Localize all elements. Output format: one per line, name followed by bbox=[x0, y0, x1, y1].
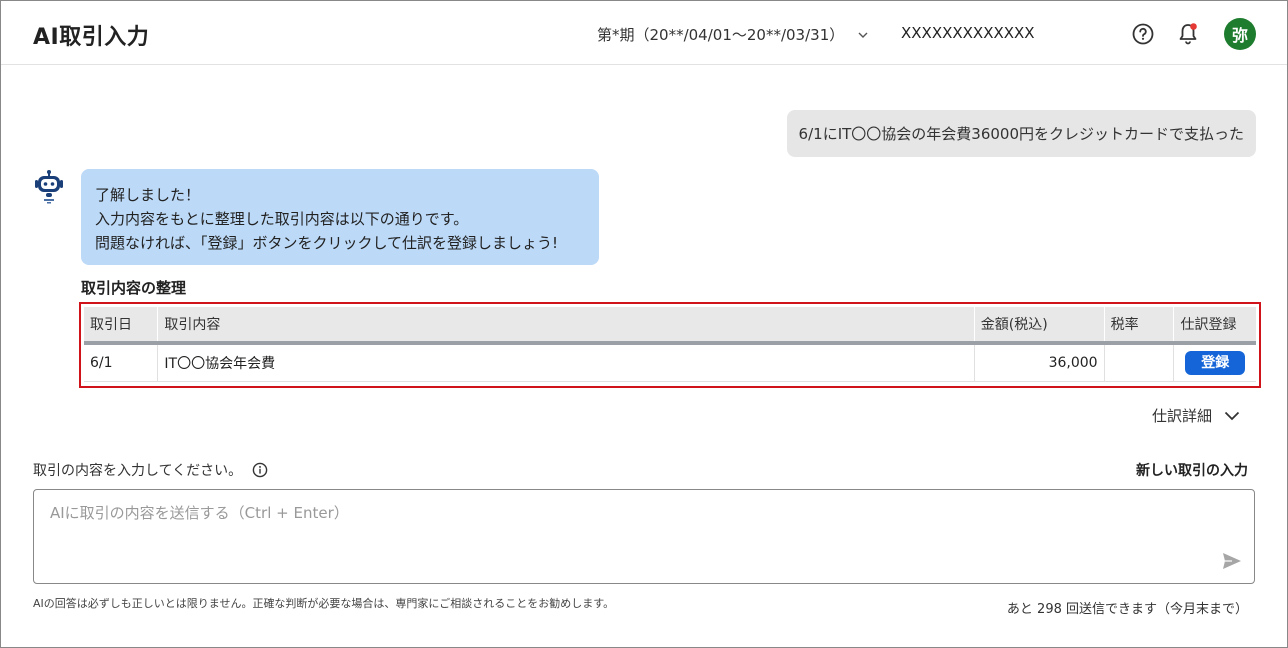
column-header-date: 取引日 bbox=[84, 307, 159, 345]
journal-detail-toggle[interactable]: 仕訳詳細 bbox=[1152, 405, 1240, 426]
chevron-down-icon bbox=[1224, 411, 1240, 420]
bot-message-line: 了解しました！ bbox=[95, 186, 201, 204]
input-label-text: 取引の内容を入力してください。 bbox=[33, 463, 243, 479]
column-header-description: 取引内容 bbox=[157, 307, 975, 345]
avatar[interactable]: 弥 bbox=[1224, 18, 1256, 50]
bot-message-line: 入力内容をもとに整理した取引内容は以下の通りです。 bbox=[95, 210, 469, 228]
cell-date: 6/1 bbox=[84, 343, 159, 382]
page-title: AI取引入力 bbox=[33, 25, 150, 50]
user-message: 6/1にIT〇〇協会の年会費36000円をクレジットカードで支払った bbox=[786, 110, 1256, 157]
register-button[interactable]: 登録 bbox=[1185, 350, 1246, 375]
cell-amount: 36,000 bbox=[974, 343, 1105, 382]
remaining-count: あと 298 回送信できます（今月末まで） bbox=[1006, 602, 1248, 617]
journal-detail-label: 仕訳詳細 bbox=[1151, 407, 1212, 425]
period-selector[interactable]: 第*期（20**/04/01〜20**/03/31） bbox=[597, 24, 868, 45]
summary-table-highlight: 取引日 取引内容 金額(税込) 税率 仕訳登録 6/1 IT〇〇協会年会費 36… bbox=[79, 302, 1261, 388]
notification-dot bbox=[1190, 23, 1197, 30]
ai-disclaimer: AIの回答は必ずしも正しいとは限りません。正確な判断が必要な場合は、専門家にご相… bbox=[33, 597, 615, 610]
send-icon[interactable] bbox=[1222, 552, 1242, 570]
robot-icon bbox=[35, 170, 63, 204]
cell-tax-rate bbox=[1104, 343, 1175, 382]
chat-input[interactable] bbox=[33, 489, 1255, 584]
cell-register: 登録 bbox=[1173, 343, 1256, 382]
bell-icon[interactable] bbox=[1177, 22, 1199, 46]
bot-message-line: 問題なければ、「登録」ボタンをクリックして仕訳を登録しましょう! bbox=[95, 234, 559, 252]
new-transaction-link[interactable]: 新しい取引の入力 bbox=[1136, 460, 1248, 480]
help-circle-icon[interactable] bbox=[1132, 23, 1154, 45]
header: AI取引入力 第*期（20**/04/01〜20**/03/31） XXXXXX… bbox=[1, 1, 1287, 65]
period-label: 第*期（20**/04/01〜20**/03/31） bbox=[597, 26, 845, 44]
company-name: XXXXXXXXXXXXX bbox=[901, 24, 1035, 42]
info-icon[interactable] bbox=[252, 462, 268, 478]
column-header-tax-rate: 税率 bbox=[1104, 307, 1175, 345]
summary-title: 取引内容の整理 bbox=[81, 279, 187, 297]
table-row: 6/1 IT〇〇協会年会費 36,000 登録 bbox=[84, 343, 1256, 382]
chevron-down-icon bbox=[858, 32, 868, 38]
column-header-register: 仕訳登録 bbox=[1173, 307, 1256, 345]
bot-message: 了解しました！ 入力内容をもとに整理した取引内容は以下の通りです。 問題なければ… bbox=[81, 169, 599, 265]
cell-description: IT〇〇協会年会費 bbox=[157, 343, 975, 382]
table-header-row: 取引日 取引内容 金額(税込) 税率 仕訳登録 bbox=[84, 307, 1256, 345]
column-header-amount: 金額(税込) bbox=[974, 307, 1105, 345]
input-label: 取引の内容を入力してください。 bbox=[33, 460, 268, 480]
summary-table: 取引日 取引内容 金額(税込) 税率 仕訳登録 6/1 IT〇〇協会年会費 36… bbox=[84, 307, 1256, 382]
